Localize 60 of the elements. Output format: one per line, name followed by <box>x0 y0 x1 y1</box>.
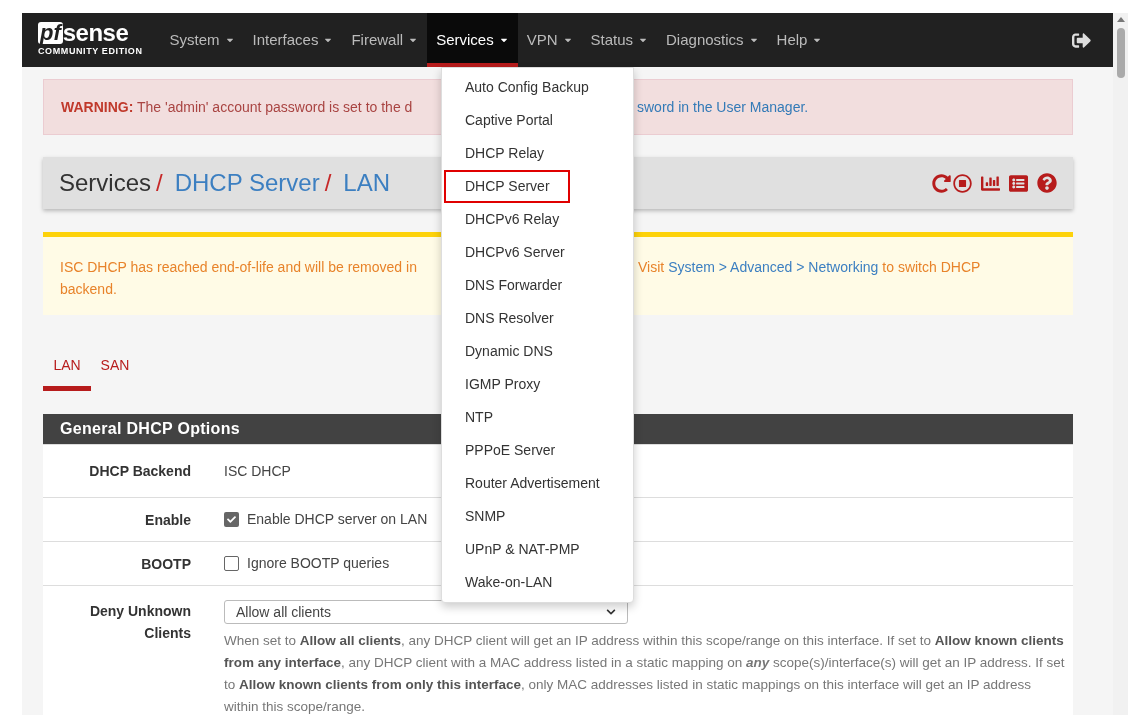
checkbox-label: Ignore BOOTP queries <box>247 554 390 573</box>
menu-item[interactable]: UPnP & NAT-PMP <box>444 533 600 566</box>
nav-menu[interactable]: Services <box>427 13 518 67</box>
breadcrumb-root: Services <box>59 168 152 198</box>
field-label: DHCP Backend <box>88 462 191 481</box>
nav-menu[interactable]: VPN <box>517 13 582 67</box>
field-value: ISC DHCP <box>224 461 291 481</box>
help-icon[interactable] <box>1037 173 1057 193</box>
checkbox[interactable] <box>224 512 239 527</box>
menu-item[interactable]: Captive Portal <box>444 104 573 137</box>
field-label: Enable <box>144 510 191 530</box>
help-text: When set to Allow all clients, any DHCP client will get an IP address within this scope/range on this interface. If set to Allow known clients from any interface, any DHCP client with a MAC address listed in a static mapping on any scope(s)/interface(s) will get an IP address. If set to Allow known clients from only this interface, only MAC addresses listed in static mappings on this interface will get an IP address within this scope/range. <box>224 632 1066 715</box>
tab[interactable]: SAN <box>91 353 139 391</box>
networking-link[interactable]: System > Advanced > Networking <box>668 256 879 278</box>
field-label: Deny Unknown Clients <box>88 602 191 643</box>
menu-item[interactable]: IGMP Proxy <box>444 368 561 401</box>
user-manager-link[interactable]: sword in the User Manager. <box>637 96 809 118</box>
notice-text: backend. <box>60 281 117 297</box>
chart-icon[interactable] <box>981 173 1000 193</box>
nav-menu[interactable]: Help <box>767 13 832 67</box>
warning-text: WARNING: The 'admin' account password is set to the d <box>61 97 414 117</box>
menu-item[interactable]: DHCP Server <box>444 170 570 203</box>
check-icon <box>227 515 236 524</box>
nav-menu[interactable]: Interfaces <box>243 13 343 67</box>
field-label: BOOTP <box>140 554 191 574</box>
menu-item[interactable]: DHCPv6 Server <box>444 236 585 269</box>
checkbox[interactable] <box>224 556 239 571</box>
menu-item[interactable]: SNMP <box>444 500 526 533</box>
select-field[interactable]: Allow all clients <box>224 600 628 624</box>
nav-menu[interactable]: Diagnostics <box>657 13 768 67</box>
scrollbar[interactable] <box>1113 13 1128 715</box>
stop-icon[interactable] <box>953 173 972 193</box>
nav-menu[interactable]: System <box>160 13 244 67</box>
nav-menu[interactable]: Firewall <box>342 13 428 67</box>
scrollbar-thumb[interactable] <box>1116 28 1125 78</box>
logo-edition: COMMUNITY EDITION <box>38 44 143 58</box>
logo[interactable]: pfsense COMMUNITY EDITION <box>38 21 143 59</box>
menu-item[interactable]: Router Advertisement <box>444 467 620 500</box>
menu-item[interactable]: Wake-on-LAN <box>444 566 573 599</box>
chevron-icon <box>606 607 616 617</box>
menu-item[interactable]: Dynamic DNS <box>444 335 573 368</box>
notice-text: to switch DHCP <box>882 258 981 277</box>
menu-item[interactable]: DNS Resolver <box>444 302 574 335</box>
notice-text: Visit <box>638 258 665 277</box>
logo-word: sense <box>62 21 129 44</box>
breadcrumb-separator: / <box>324 168 332 198</box>
breadcrumb-separator: / <box>156 168 163 198</box>
tab[interactable]: LAN <box>43 353 91 391</box>
logout-icon[interactable] <box>1072 30 1091 50</box>
list-icon[interactable] <box>1009 173 1028 193</box>
notice-text: ISC DHCP has reached end-of-life and will be removed in <box>60 258 418 277</box>
logo-mark: pf <box>38 21 63 44</box>
checkbox-label: Enable DHCP server on LAN <box>247 510 428 529</box>
nav-menu[interactable]: Status <box>581 13 658 67</box>
restart-icon[interactable] <box>932 173 951 193</box>
menu-item[interactable]: Auto Config Backup <box>444 71 609 104</box>
menu-item[interactable]: DHCP Relay <box>444 137 565 170</box>
menu-item[interactable]: DHCPv6 Relay <box>444 203 580 236</box>
scroll-up-icon[interactable] <box>1116 17 1125 22</box>
menu-item[interactable]: DNS Forwarder <box>444 269 583 302</box>
